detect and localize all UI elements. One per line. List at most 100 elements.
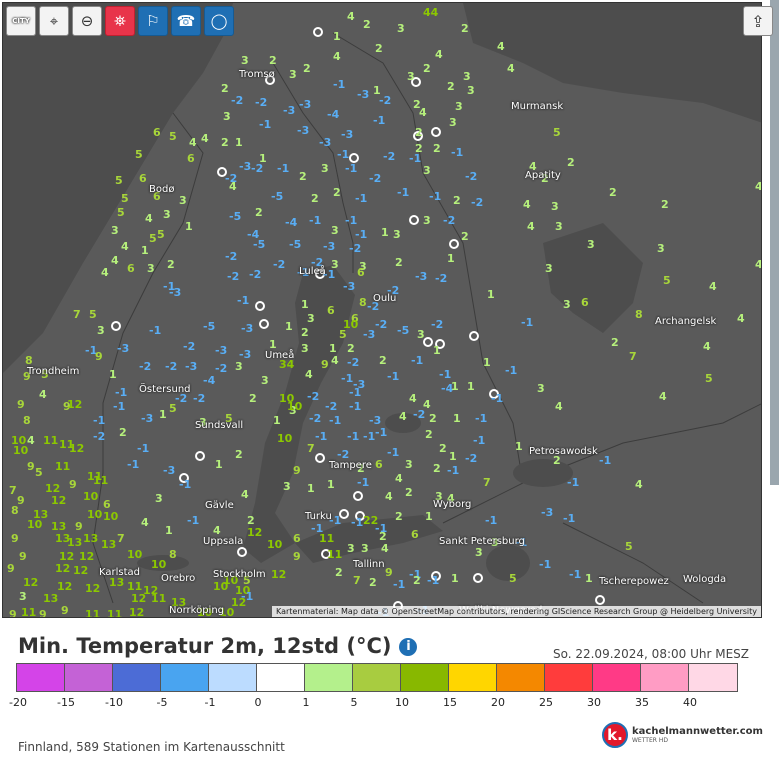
temperature-value[interactable]: 1 <box>215 459 223 470</box>
temperature-value[interactable]: -1 <box>309 215 321 226</box>
station-marker[interactable] <box>449 239 459 249</box>
temperature-value[interactable]: -1 <box>357 477 369 488</box>
temperature-value[interactable]: 1 <box>109 369 117 380</box>
temperature-value[interactable]: 9 <box>321 359 329 370</box>
temperature-value[interactable]: 2 <box>247 515 255 526</box>
temperature-value[interactable]: -5 <box>203 321 215 332</box>
temperature-value[interactable]: 2 <box>423 63 431 74</box>
temperature-value[interactable]: 6 <box>327 305 335 316</box>
temperature-value[interactable]: 10 <box>127 549 142 560</box>
temperature-value[interactable]: -3 <box>283 105 295 116</box>
temperature-value[interactable]: 6 <box>357 267 365 278</box>
city-button[interactable]: CITY <box>6 6 36 36</box>
temperature-value[interactable]: 3 <box>423 215 431 226</box>
temperature-value[interactable]: -1 <box>351 517 363 528</box>
temperature-value[interactable]: 12 <box>23 577 38 588</box>
temperature-value[interactable]: 4 <box>635 479 643 490</box>
temperature-value[interactable]: 4 <box>659 391 667 402</box>
temperature-value[interactable]: 2 <box>429 413 437 424</box>
temperature-value[interactable]: -1 <box>387 371 399 382</box>
temperature-value[interactable]: 1 <box>451 381 459 392</box>
temperature-value[interactable]: 13 <box>43 593 58 604</box>
temperature-value[interactable]: 5 <box>135 149 143 160</box>
temperature-value[interactable]: 2 <box>609 187 617 198</box>
map-view[interactable]: 4 44 2 3 2 1 2 4 4 3 2 3 2 4 2 3 4 3 -1 2 1 2 3 -3 -2 -2 -2 -3 2 4 3 -4… <box>2 2 762 618</box>
temperature-value[interactable]: -3 <box>239 161 251 172</box>
temperature-value[interactable]: 3 <box>331 225 339 236</box>
temperature-value[interactable]: 12 <box>45 483 60 494</box>
temperature-value[interactable]: -1 <box>241 591 253 602</box>
temperature-value[interactable]: -1 <box>393 579 405 590</box>
temperature-value[interactable]: 1 <box>333 31 341 42</box>
temperature-value[interactable]: 3 <box>179 195 187 206</box>
temperature-value[interactable]: 1 <box>451 573 459 584</box>
temperature-value[interactable]: -3 <box>141 413 153 424</box>
station-marker[interactable] <box>409 215 419 225</box>
temperature-value[interactable]: 9 <box>69 479 77 490</box>
temperature-value[interactable]: 2 <box>453 195 461 206</box>
station-marker[interactable] <box>237 547 247 557</box>
temperature-value[interactable]: 3 <box>97 325 105 336</box>
temperature-value[interactable]: 2 <box>375 43 383 54</box>
temperature-value[interactable]: 3 <box>551 201 559 212</box>
temperature-value[interactable]: 3 <box>361 543 369 554</box>
temperature-value[interactable]: 3 <box>463 71 471 82</box>
map-attribution[interactable]: Kartenmaterial: Map data © OpenStreetMap… <box>271 606 761 617</box>
temperature-value[interactable]: 2 <box>235 449 243 460</box>
temperature-value[interactable]: 3 <box>475 547 483 558</box>
temperature-value[interactable]: 3 <box>235 361 243 372</box>
temperature-value[interactable]: 12 <box>69 443 84 454</box>
station-marker[interactable] <box>353 491 363 501</box>
temperature-value[interactable]: -2 <box>435 273 447 284</box>
temperature-value[interactable]: -1 <box>569 569 581 580</box>
temperature-value[interactable]: -2 <box>369 173 381 184</box>
temperature-value[interactable]: 7 <box>629 351 637 362</box>
station-marker[interactable] <box>195 451 205 461</box>
temperature-value[interactable]: 3 <box>449 117 457 128</box>
temperature-value[interactable]: 5 <box>169 403 177 414</box>
temperature-value[interactable]: 9 <box>39 609 47 617</box>
temperature-value[interactable]: -1 <box>345 163 357 174</box>
temperature-value[interactable]: 9 <box>75 521 83 532</box>
temperature-value[interactable]: -2 <box>165 361 177 372</box>
temperature-value[interactable]: -1 <box>345 215 357 226</box>
station-button[interactable]: ⛯ <box>105 6 135 36</box>
temperature-value[interactable]: 3 <box>537 383 545 394</box>
temperature-value[interactable]: -2 <box>383 151 395 162</box>
temperature-value[interactable]: 1 <box>269 339 277 350</box>
temperature-value[interactable]: 1 <box>159 409 167 420</box>
temperature-value[interactable]: -1 <box>277 163 289 174</box>
temperature-value[interactable]: -2 <box>337 449 349 460</box>
temperature-value[interactable]: 3 <box>407 71 415 82</box>
temperature-value[interactable]: -1 <box>149 325 161 336</box>
temperature-value[interactable]: 9 <box>17 399 25 410</box>
temperature-value[interactable]: 3 <box>241 55 249 66</box>
temperature-value[interactable]: -2 <box>379 95 391 106</box>
temperature-value[interactable]: 9 <box>385 567 393 578</box>
temperature-value[interactable]: 3 <box>301 343 309 354</box>
temperature-value[interactable]: 9 <box>293 465 301 476</box>
temperature-value[interactable]: 1 <box>453 413 461 424</box>
temperature-value[interactable]: 1 <box>447 253 455 264</box>
temperature-value[interactable]: -2 <box>375 319 387 330</box>
temperature-value[interactable]: -1 <box>411 355 423 366</box>
temperature-value[interactable]: 6 <box>293 533 301 544</box>
temperature-value[interactable]: 1 <box>487 289 495 300</box>
temperature-value[interactable]: -1 <box>113 401 125 412</box>
temperature-value[interactable]: 1 <box>307 483 315 494</box>
temperature-value[interactable]: 1 <box>273 415 281 426</box>
station-marker[interactable] <box>469 331 479 341</box>
temperature-value[interactable]: 4 <box>737 313 745 324</box>
temperature-value[interactable]: 3 <box>455 101 463 112</box>
temperature-value[interactable]: -2 <box>443 215 455 226</box>
temperature-value[interactable]: 3 <box>147 263 155 274</box>
temperature-value[interactable]: -3 <box>319 137 331 148</box>
temperature-value[interactable]: 2 <box>433 143 441 154</box>
temperature-value[interactable]: 5 <box>35 467 43 478</box>
temperature-value[interactable]: 1 <box>235 137 243 148</box>
temperature-value[interactable]: 13 <box>51 521 66 532</box>
temperature-value[interactable]: 2 <box>661 199 669 210</box>
temperature-value[interactable]: -1 <box>521 317 533 328</box>
temperature-value[interactable]: 2 <box>395 511 403 522</box>
temperature-value[interactable]: 8 <box>25 355 33 366</box>
